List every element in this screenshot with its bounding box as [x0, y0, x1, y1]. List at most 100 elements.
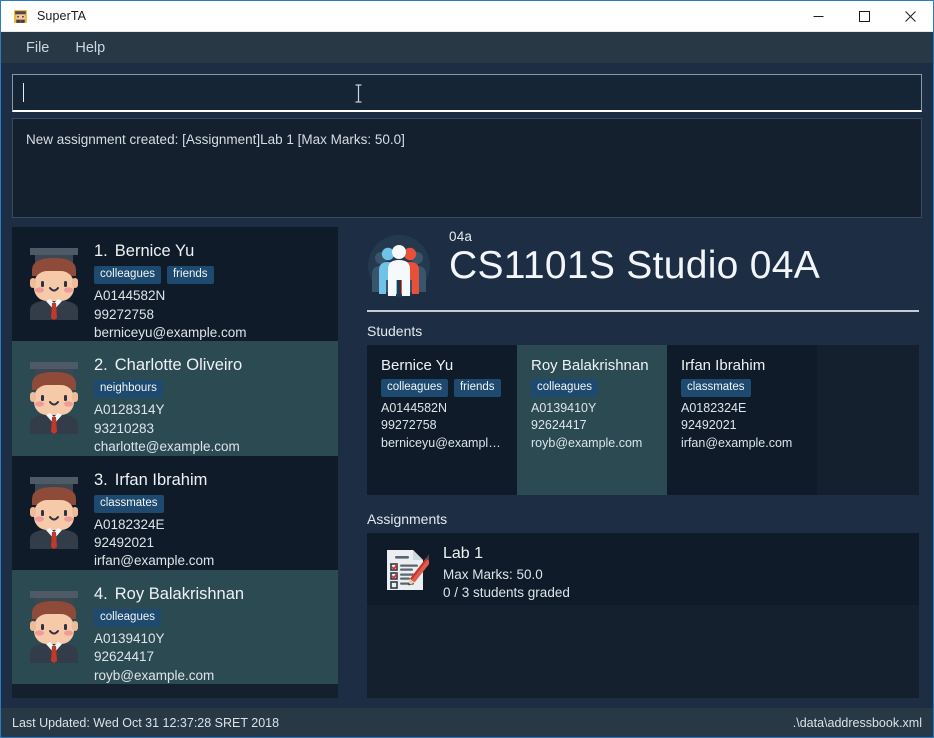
students-list-empty-space: [817, 345, 919, 495]
person-info: 3. Irfan Ibrahim classmates A0182324E 924…: [94, 465, 330, 568]
student-phone: 92624417: [531, 418, 587, 433]
student-id: A0182324E: [681, 401, 747, 416]
person-id: A0144582N: [94, 288, 166, 304]
assignments-section-label: Assignments: [367, 511, 448, 527]
header-divider: [367, 310, 919, 312]
ibeam-cursor-icon: [354, 84, 362, 103]
command-box[interactable]: [12, 74, 931, 112]
person-card[interactable]: 2. Charlotte Oliveiro neighbours A0128314…: [12, 341, 338, 456]
student-card[interactable]: Irfan Ibrahim classmates A0182324E 92492…: [667, 345, 817, 495]
person-id: A0128314Y: [94, 402, 165, 418]
assignments-list[interactable]: Lab 1 Max Marks: 50.0 0 / 3 students gra…: [367, 533, 919, 698]
tag: colleagues: [94, 266, 161, 285]
student-card[interactable]: Roy Balakrishnan colleagues A0139410Y 92…: [517, 345, 667, 495]
tag: classmates: [94, 494, 164, 513]
result-display-box: New assignment created: [Assignment]Lab …: [12, 118, 922, 218]
person-card[interactable]: 4. Roy Balakrishnan colleagues A0139410Y …: [12, 569, 338, 684]
person-name-row: 2. Charlotte Oliveiro: [94, 356, 330, 375]
person-name: Irfan Ibrahim: [114, 470, 208, 489]
person-info: 4. Roy Balakrishnan colleagues A0139410Y …: [94, 579, 330, 683]
person-name-row: 4. Roy Balakrishnan: [94, 585, 330, 604]
student-email: irfan@example.com: [681, 435, 793, 450]
student-phone: 92492021: [681, 418, 737, 433]
tag: friends: [166, 266, 214, 285]
student-name: Roy Balakrishnan: [531, 357, 649, 374]
person-index: 3.: [94, 470, 108, 489]
students-section-label: Students: [367, 323, 423, 339]
assignment-graded-count: 0 / 3 students graded: [443, 585, 570, 601]
window-title: SuperTA: [37, 9, 87, 23]
person-card[interactable]: 1. Bernice Yu colleagues friends A0144582…: [12, 227, 338, 342]
student-id: A0144582N: [381, 401, 448, 416]
app-window: SuperTA File Help New assignment created…: [0, 0, 934, 738]
tag: friends: [453, 379, 501, 398]
student-tags: classmates: [681, 379, 805, 398]
command-area: [1, 64, 933, 112]
title-bar-left: SuperTA: [1, 8, 795, 25]
person-tags: classmates: [94, 494, 330, 513]
student-id: A0139410Y: [531, 401, 597, 416]
person-name: Bernice Yu: [114, 242, 195, 260]
command-input[interactable]: [23, 75, 931, 110]
person-phone: 92492021: [94, 535, 155, 551]
menu-help[interactable]: Help: [64, 36, 116, 60]
person-phone: 93210283: [94, 420, 155, 436]
assignment-title: Lab 1: [443, 545, 484, 562]
minimize-button[interactable]: [795, 1, 841, 32]
student-email: berniceyu@example....: [381, 435, 505, 450]
person-email: charlotte@example.com: [94, 439, 240, 455]
person-name-row: 1. Bernice Yu: [94, 242, 330, 261]
person-list-empty-space: [12, 684, 338, 698]
student-card[interactable]: Bernice Yu colleagues friends A0144582N …: [367, 345, 517, 495]
graduate-avatar-icon: [12, 8, 29, 25]
person-list-panel[interactable]: 1. Bernice Yu colleagues friends A0144582…: [12, 227, 338, 698]
tag: neighbours: [94, 380, 163, 399]
person-email: berniceyu@example.com: [94, 324, 247, 340]
group-subtitle: 04a: [449, 229, 473, 244]
person-index: 1.: [94, 242, 108, 260]
person-email: irfan@example.com: [94, 553, 215, 569]
status-last-updated: Last Updated: Wed Oct 31 12:37:28 SRET 2…: [12, 715, 280, 730]
assignment-max-marks: Max Marks: 50.0: [443, 567, 543, 582]
person-id: A0139410Y: [94, 630, 165, 646]
tag: colleagues: [94, 608, 161, 627]
student-tags: colleagues: [531, 379, 655, 398]
tag: classmates: [681, 379, 751, 398]
person-index: 2.: [94, 356, 108, 375]
person-name: Roy Balakrishnan: [114, 584, 245, 603]
maximize-button[interactable]: [841, 1, 887, 32]
student-phone: 99272758: [381, 418, 437, 433]
checklist-document-icon: [381, 546, 434, 594]
title-bar: SuperTA: [1, 1, 933, 32]
close-button[interactable]: [887, 1, 933, 32]
student-name: Irfan Ibrahim: [681, 357, 766, 374]
person-name-row: 3. Irfan Ibrahim: [94, 471, 330, 490]
student-email: royb@example.com: [531, 435, 643, 450]
person-phone: 92624417: [94, 649, 155, 665]
menu-bar: File Help: [1, 32, 933, 64]
menu-file[interactable]: File: [15, 36, 60, 60]
graduate-avatar-icon: [20, 354, 88, 435]
tag: colleagues: [381, 379, 448, 398]
tag: colleagues: [531, 379, 598, 398]
window-controls: [795, 1, 933, 32]
group-detail-panel: 04a CS1101S Studio 04A Students Bernice …: [367, 227, 922, 698]
assignment-card[interactable]: Lab 1 Max Marks: 50.0 0 / 3 students gra…: [367, 533, 919, 605]
students-list[interactable]: Bernice Yu colleagues friends A0144582N …: [367, 345, 919, 495]
person-tags: colleagues friends: [94, 266, 330, 285]
person-id: A0182324E: [94, 516, 165, 532]
status-file-path: .\data\addressbook.xml: [792, 715, 922, 730]
person-info: 2. Charlotte Oliveiro neighbours A0128314…: [94, 350, 330, 454]
student-name: Bernice Yu: [381, 357, 454, 374]
group-of-people-icon: [367, 234, 431, 298]
result-display-text: New assignment created: [Assignment]Lab …: [26, 132, 405, 147]
group-title: CS1101S Studio 04A: [449, 244, 821, 287]
graduate-avatar-icon: [20, 240, 88, 320]
group-header-text: 04a CS1101S Studio 04A: [449, 229, 919, 286]
person-card[interactable]: 3. Irfan Ibrahim classmates A0182324E 924…: [12, 455, 338, 570]
graduate-avatar-icon: [20, 469, 88, 549]
group-header: 04a CS1101S Studio 04A: [367, 227, 919, 298]
status-bar: Last Updated: Wed Oct 31 12:37:28 SRET 2…: [1, 707, 933, 737]
person-index: 4.: [94, 584, 108, 603]
graduate-avatar-icon: [20, 583, 88, 663]
